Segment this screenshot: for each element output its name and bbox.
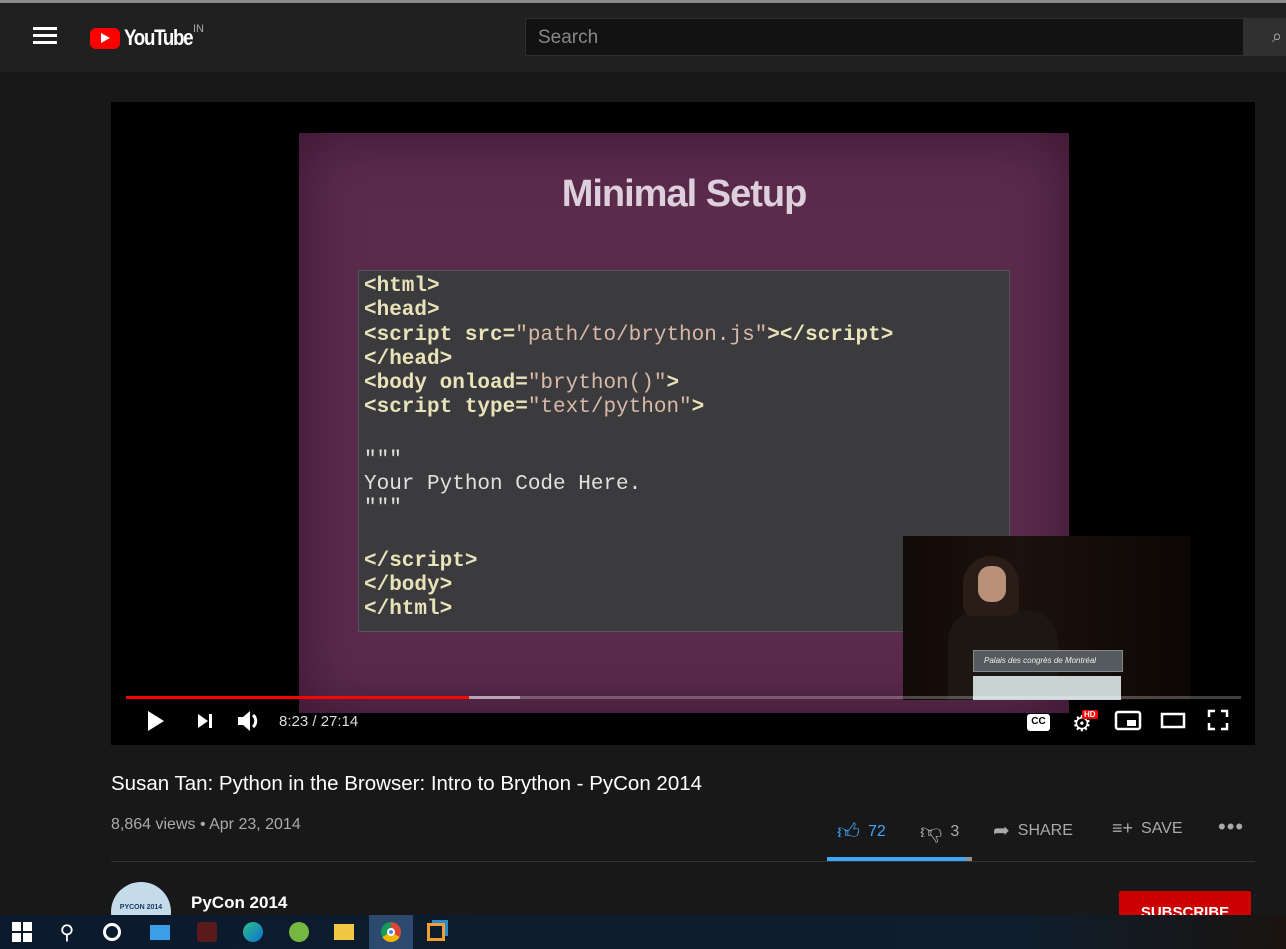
code-line: </head> [364,347,453,371]
settings-gear-icon[interactable]: ⚙ HD [1072,710,1098,737]
save-button[interactable]: ≡+ SAVE [1112,818,1183,839]
country-code: IN [193,23,204,35]
youtube-logo[interactable]: YouTube IN [90,23,204,51]
captions-button[interactable]: CC [1027,714,1050,731]
logo-text: YouTube [124,25,194,50]
next-icon[interactable] [195,709,215,733]
code-line: <script type="text/python"> [364,396,705,420]
virtualbox-icon[interactable] [414,915,458,949]
hd-badge: HD [1082,710,1098,719]
podium-sign: Palais des congrès de Montréal [973,650,1123,672]
playlist-add-icon: ≡+ [1112,818,1134,838]
dislike-count: 3 [950,822,960,840]
play-icon[interactable] [145,709,167,733]
slide-title: Minimal Setup [561,173,808,215]
thumbs-down-icon: 👎︎ [920,819,943,844]
cortana-icon[interactable] [90,915,134,949]
code-line: """ [364,448,402,472]
mail-icon[interactable] [138,915,182,949]
speaker-face [978,566,1006,602]
progress-bar[interactable] [126,696,1241,699]
volume-icon[interactable] [236,709,264,733]
search-icon[interactable]: ⚲ [45,915,89,949]
windows-start-icon[interactable] [0,915,44,949]
dislike-button[interactable]: 👎︎ 3 [920,818,959,845]
avatar-text: PYCON 2014 [119,904,163,911]
code-line: <body onload="brython()"> [364,372,680,396]
search-input[interactable]: Search [525,18,1244,56]
hamburger-menu-icon[interactable] [33,27,57,45]
share-label: SHARE [1017,821,1073,839]
like-count: 72 [868,822,886,840]
video-player[interactable]: Minimal Setup <html> <head> <script src="p… [111,102,1255,745]
utorrent-icon[interactable] [277,915,321,949]
played-bar [126,696,470,699]
share-arrow-icon: ➦ [993,820,1010,842]
play-logo-icon [90,27,120,49]
chrome-icon[interactable] [369,915,413,949]
miniplayer-icon[interactable] [1114,709,1142,731]
share-button[interactable]: ➦ SHARE [993,818,1073,843]
search-icon: ⌕ [1272,26,1283,46]
time-display: 8:23 / 27:14 [279,713,359,730]
video-title: Susan Tan: Python in the Browser: Intro … [111,772,703,795]
speaker-video-inset: Palais des congrès de Montréal [903,536,1190,700]
file-explorer-icon[interactable] [322,915,366,949]
predator-icon[interactable] [185,915,229,949]
code-line: """ [364,497,402,521]
divider [111,861,1255,862]
thumbs-up-icon: 👍︎ [837,819,860,844]
like-button[interactable]: 👍︎ 72 [837,818,886,845]
fullscreen-icon[interactable] [1207,709,1229,731]
video-meta: 8,864 views • Apr 23, 2014 [111,816,301,833]
windows-taskbar: ⚲ [0,915,1286,949]
theater-mode-icon[interactable] [1160,709,1186,731]
edge-icon[interactable] [231,915,275,949]
channel-name[interactable]: PyCon 2014 [191,893,287,913]
cc-icon: CC [1031,716,1046,727]
code-line: <html> [364,275,440,298]
save-label: SAVE [1141,819,1183,837]
code-line: <script src="path/to/brython.js"></scrip… [364,323,894,347]
code-line: <head> [364,299,440,323]
code-line: Your Python Code Here. [364,473,642,497]
more-actions-icon[interactable]: ••• [1218,814,1244,840]
search-button[interactable]: ⌕ [1244,18,1286,56]
